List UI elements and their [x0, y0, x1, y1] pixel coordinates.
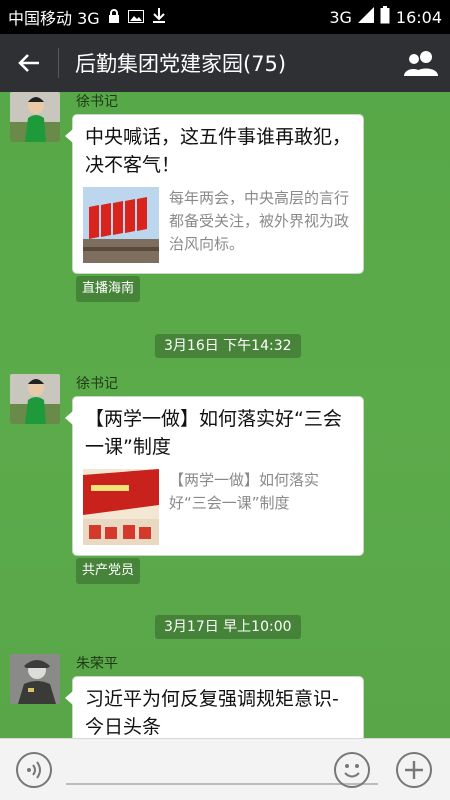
header-divider [58, 48, 59, 78]
group-icon [404, 51, 438, 76]
download-icon [152, 7, 166, 27]
battery-icon [380, 6, 390, 28]
voice-button[interactable] [16, 752, 52, 788]
sender-name: 朱荣平 [76, 656, 118, 672]
avatar[interactable] [10, 654, 60, 704]
article-source: 直播海南 [76, 276, 141, 302]
carrier-label: 中国移动 3G [8, 9, 100, 28]
status-bar: 中国移动 3G 3G 16:04 [0, 0, 450, 34]
article-title: 中央喊话，这五件事谁再敢犯，决不客气！ [85, 126, 352, 176]
article-card[interactable]: 习近平为何反复强调规矩意识-今日头条 [65, 676, 364, 738]
voice-icon [27, 761, 41, 779]
image-icon [127, 8, 144, 27]
article-card[interactable]: 中央喊话，这五件事谁再敢犯，决不客气！ 每年两会，中央高层的言行都备受关注，被外… [65, 114, 364, 274]
avatar[interactable] [10, 374, 60, 424]
article-thumbnail [83, 187, 159, 263]
network-type-label: 3G [329, 7, 352, 27]
article-thumbnail [83, 469, 159, 545]
group-members-button[interactable] [392, 34, 450, 92]
chat-area[interactable]: 徐书记 中央喊话，这五件事谁再敢犯，决不客气！ 每年两会，中央高层的言行都备受关… [0, 92, 450, 738]
chat-header: 后勤集团党建家园(75) [0, 34, 450, 92]
clock-label: 16:04 [395, 7, 442, 27]
emoji-button[interactable] [334, 752, 370, 788]
article-summary: 每年两会，中央高层的言行都备受关注，被外界视为政治风向标。 [169, 189, 350, 253]
article-source: 共产党员 [76, 558, 141, 584]
signal-icon [357, 7, 374, 27]
plus-icon [405, 761, 423, 779]
emoji-icon [344, 764, 360, 778]
timestamp: 3月17日 早上10:00 [155, 615, 301, 639]
sender-name: 徐书记 [76, 94, 118, 110]
timestamp: 3月16日 下午14:32 [155, 334, 301, 358]
lock-icon [108, 8, 120, 27]
more-button[interactable] [396, 752, 432, 788]
article-title: 习近平为何反复强调规矩意识-今日头条 [85, 688, 339, 738]
sender-name: 徐书记 [76, 376, 118, 392]
back-button[interactable] [0, 34, 58, 92]
article-card[interactable]: 【两学一做】如何落实好“三会一课”制度 【两学一做】如何落实好“三会一课”制度 [65, 396, 364, 556]
back-arrow-icon [18, 54, 39, 72]
message-input[interactable] [66, 755, 378, 785]
input-bar [0, 738, 450, 800]
article-title: 【两学一做】如何落实好“三会一课”制度 [85, 408, 342, 458]
avatar[interactable] [10, 92, 60, 142]
article-summary: 【两学一做】如何落实好“三会一课”制度 [169, 471, 320, 512]
chat-title: 后勤集团党建家园(75) [75, 52, 287, 76]
